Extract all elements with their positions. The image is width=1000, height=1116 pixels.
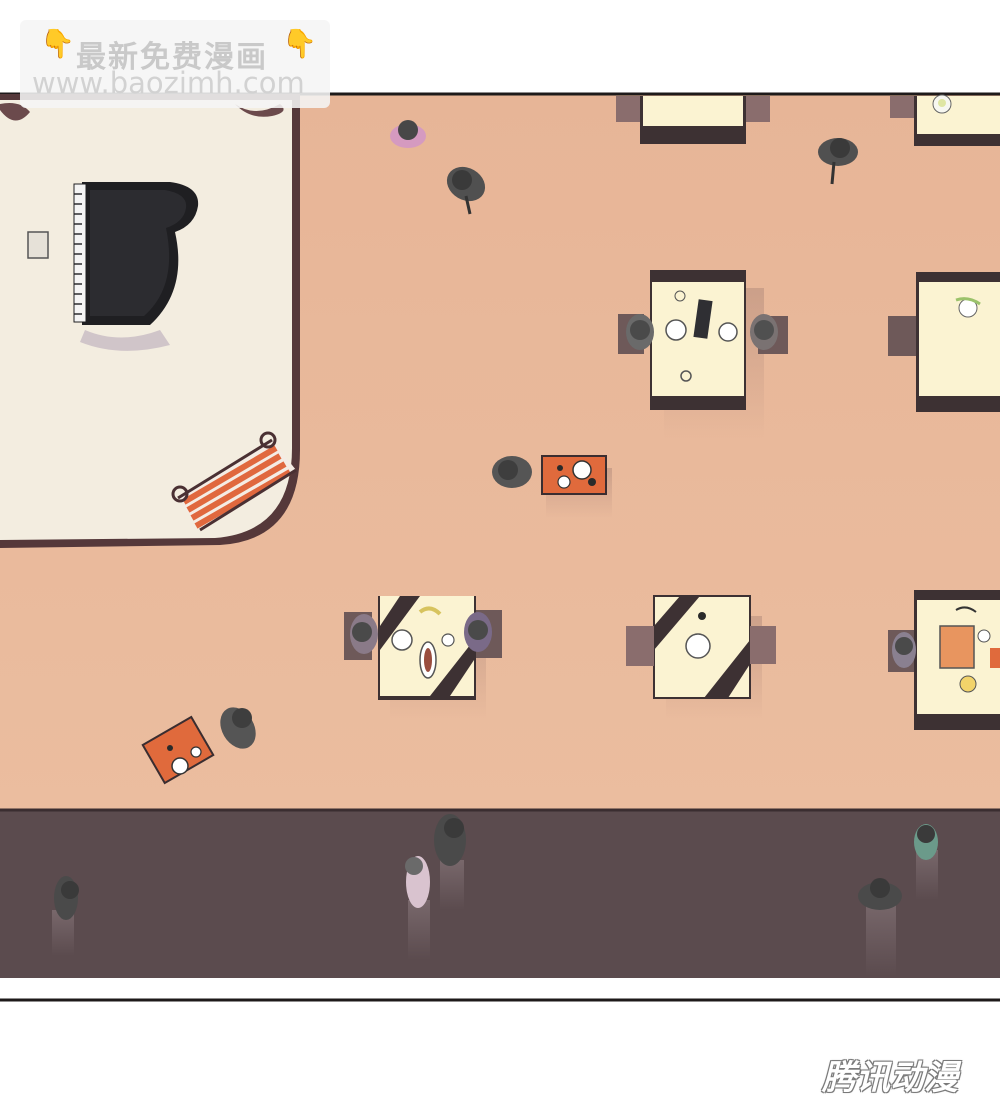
tencent-comics-logo: 腾讯动漫 <box>822 1058 958 1098</box>
pointing-down-hand-icon: 👇 <box>40 27 75 60</box>
pedestrian-icon <box>914 824 938 900</box>
chair-icon <box>746 96 770 122</box>
piano-bench <box>27 231 49 259</box>
pointing-down-hand-icon: 👇 <box>282 27 317 60</box>
pedestrian-icon <box>405 856 430 960</box>
chair-icon <box>626 626 654 666</box>
watermark-url: www.baozimh.com <box>32 66 305 100</box>
walkway-bottom-strip <box>0 978 1000 1000</box>
chair-icon <box>888 316 916 356</box>
chair-icon <box>890 96 914 118</box>
walkway <box>0 810 1000 978</box>
restaurant-overhead-scene <box>0 92 1000 1002</box>
chair-icon <box>616 96 640 122</box>
chair-icon <box>750 626 776 664</box>
